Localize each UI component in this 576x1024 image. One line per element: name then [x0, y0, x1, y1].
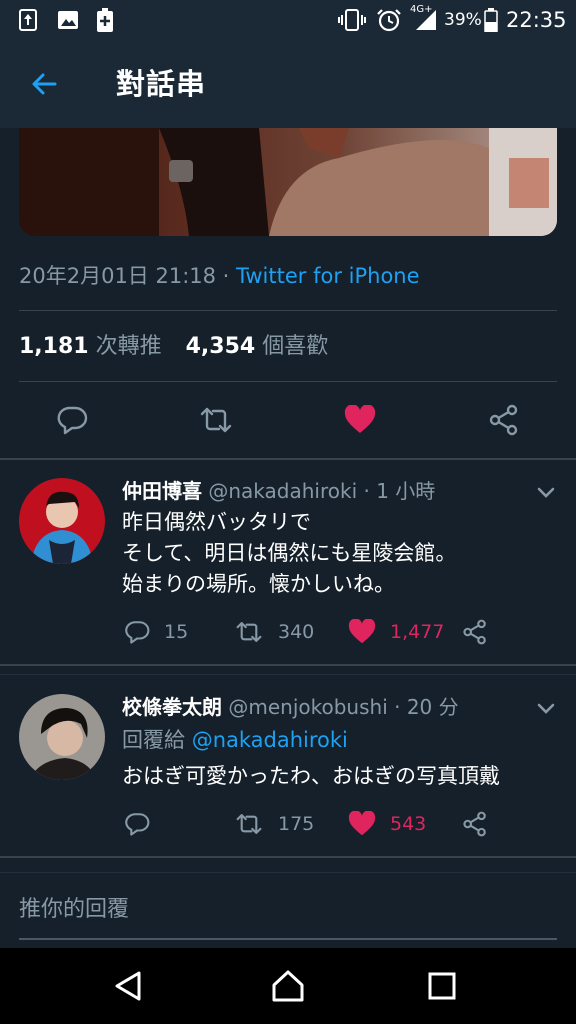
system-nav-bar: [0, 948, 576, 1024]
retweet-button[interactable]: 175: [234, 808, 314, 840]
nav-home-button[interactable]: [264, 962, 312, 1010]
battery-icon: [484, 8, 498, 32]
heart-filled-icon: [348, 811, 376, 836]
reply-icon: [125, 813, 150, 836]
share-icon: [463, 619, 486, 645]
like-count: 543: [390, 813, 427, 835]
reply-text-line: 昨日偶然バッタリで: [122, 510, 311, 534]
chevron-down-icon[interactable]: [534, 480, 558, 504]
reply-button[interactable]: 15: [124, 616, 188, 648]
compose-underline: [19, 938, 557, 940]
avatar-image: [19, 478, 105, 564]
retweet-icon: [236, 814, 262, 834]
arrow-left-icon: [32, 73, 57, 95]
avatar-image: [19, 694, 105, 780]
clock: 22:35: [506, 8, 567, 32]
reply-text-line: そして、明日は偶然にも星陵会館。: [122, 541, 457, 565]
reply-icon: [125, 621, 150, 644]
avatar[interactable]: [19, 694, 105, 780]
share-button[interactable]: [462, 616, 488, 648]
reply-button[interactable]: [52, 400, 92, 440]
vibrate-icon: [338, 9, 366, 31]
divider: [19, 310, 557, 311]
retweet-count[interactable]: 1,181: [19, 334, 89, 359]
reply-text-line: おはぎ可愛かったわ、おはぎの写真頂戴: [122, 764, 500, 788]
tweet-photo[interactable]: [19, 128, 557, 236]
home-icon: [272, 970, 304, 1002]
alarm-icon: [377, 9, 401, 32]
retweet-button[interactable]: [196, 400, 236, 440]
section-divider: [0, 856, 576, 858]
share-button[interactable]: [462, 808, 488, 840]
retweet-label: 次轉推: [95, 334, 162, 359]
reply-header: 校條拳太朗 @menjokobushi · 20 分: [122, 692, 459, 722]
upload-sync-icon: [19, 9, 37, 31]
section-divider: [0, 458, 576, 460]
square-recents-icon: [428, 972, 456, 1000]
retweet-count: 175: [278, 813, 315, 835]
reply-count: 15: [164, 621, 189, 643]
signal-icon: [416, 10, 436, 30]
meta-separator: ·: [216, 264, 237, 288]
share-icon: [489, 404, 518, 436]
section-divider: [0, 674, 576, 675]
replying-to-label: 回覆給: [122, 728, 192, 752]
page-title: 對話串: [116, 67, 207, 101]
section-divider: [0, 872, 576, 873]
like-count: 1,477: [390, 621, 445, 643]
reply-text-line: 始まりの場所。懐かしいね。: [122, 572, 395, 596]
status-bar: 4G+ 39% 22:35: [0, 0, 576, 40]
heart-filled-icon: [344, 405, 376, 433]
chevron-down-icon[interactable]: [534, 696, 558, 720]
mention-link[interactable]: @nakadahiroki: [192, 728, 348, 752]
author-name[interactable]: 校條拳太朗: [122, 695, 222, 719]
replying-to: 回覆給 @nakadahiroki: [122, 724, 348, 756]
avatar[interactable]: [19, 478, 105, 564]
nav-recents-button[interactable]: [418, 962, 466, 1010]
tweet-source-link[interactable]: Twitter for iPhone: [236, 264, 420, 288]
tweet-timestamp: 20年2月01日 21:18: [19, 264, 216, 288]
retweet-button[interactable]: 340: [234, 616, 314, 648]
retweet-icon: [236, 622, 262, 642]
share-button[interactable]: [484, 400, 524, 440]
author-handle[interactable]: @nakadahiroki: [208, 479, 357, 503]
reply-header: 仲田博喜 @nakadahiroki · 1 小時: [122, 476, 435, 506]
app-bar: 對話串: [0, 40, 576, 128]
tweet-meta: 20年2月01日 21:18 · Twitter for iPhone: [19, 258, 420, 294]
retweet-icon: [200, 407, 232, 433]
reply-compose-input[interactable]: 推你的回覆: [19, 890, 129, 930]
triangle-back-icon: [115, 971, 141, 1001]
heart-filled-icon: [348, 619, 376, 644]
like-button[interactable]: 543: [348, 808, 426, 840]
divider: [19, 381, 557, 382]
battery-percent: 39%: [444, 10, 482, 30]
retweet-count: 340: [278, 621, 315, 643]
section-divider: [0, 664, 576, 666]
like-count[interactable]: 4,354: [186, 334, 256, 359]
like-label: 個喜歡: [262, 334, 329, 359]
reply-button[interactable]: [124, 808, 164, 840]
share-icon: [463, 811, 486, 837]
author-name[interactable]: 仲田博喜: [122, 479, 202, 503]
back-button[interactable]: [18, 62, 70, 106]
tweet-stats: 1,181 次轉推 4,354 個喜歡: [19, 328, 328, 366]
like-button[interactable]: 1,477: [348, 616, 444, 648]
reply-time: · 20 分: [387, 695, 459, 719]
image-icon: [58, 11, 78, 29]
photo-image: [19, 128, 557, 236]
nav-back-button[interactable]: [104, 962, 152, 1010]
like-button[interactable]: [340, 400, 380, 440]
battery-plus-icon: [97, 8, 113, 32]
author-handle[interactable]: @menjokobushi: [228, 695, 387, 719]
reply-icon: [57, 406, 88, 435]
reply-time: · 1 小時: [357, 479, 436, 503]
